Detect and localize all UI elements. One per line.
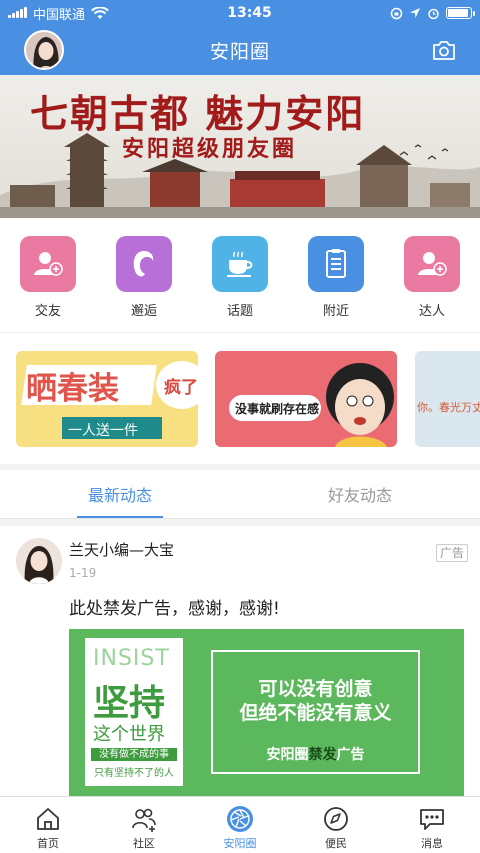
nav-messages[interactable]: 消息 [384, 797, 480, 853]
ad-world-text: 这个世界 [93, 724, 165, 745]
nav-services[interactable]: 便民 [288, 797, 384, 853]
nav-label: 安阳圈 [223, 837, 257, 850]
feed-tabs: 最新动态 好友动态 [0, 470, 480, 519]
banner-subheadline: 安阳超级朋友圈 [122, 136, 298, 162]
carrier-label: 中国联通 [33, 7, 86, 23]
ad-big-text: 坚持 [93, 683, 166, 724]
ad-line-a: 没有做不成的事 [91, 748, 177, 761]
aperture-icon [227, 806, 253, 832]
user-avatar[interactable] [24, 30, 64, 70]
ad-footer: 安阳圈禁发广告 [213, 744, 418, 764]
promo-title: 没事就刷存在感 [235, 402, 320, 416]
add-friend-icon [418, 252, 447, 276]
nav-label: 便民 [325, 837, 347, 850]
battery-icon [446, 7, 475, 19]
home-icon [37, 808, 59, 830]
app-header: 安阳圈 [0, 26, 480, 75]
add-friend-icon [34, 252, 63, 276]
nav-community[interactable]: 社区 [96, 797, 192, 853]
signal-icon [8, 7, 27, 18]
promo-card-presence[interactable]: 没事就刷存在感 [215, 351, 397, 447]
promo-card-spring[interactable]: 你。春光万丈 [415, 351, 480, 447]
status-bar: 中国联通 13:45 [0, 0, 480, 26]
promo-carousel: 晒春装 疯了 一人送一件 没事就刷存在感 你。春光万丈 [0, 333, 480, 464]
nav-label: 社区 [133, 837, 155, 850]
promo-subtitle: 一人送一件 [68, 423, 138, 439]
list-icon [326, 249, 346, 278]
category-grid: 交友 邂逅 话题 附近 达人 [0, 218, 480, 333]
camera-icon[interactable] [432, 39, 456, 61]
post-text: 此处禁发广告，感谢，感谢! [69, 599, 280, 619]
wifi-icon [91, 6, 109, 19]
category-label: 交友 [34, 304, 61, 319]
bottom-nav: 首页 社区 安阳圈 便民 消息 [0, 796, 480, 853]
category-topics[interactable]: 话题 [205, 236, 275, 332]
ad-slogan-2: 但绝不能没有意义 [239, 702, 392, 724]
page-title: 安阳圈 [209, 41, 270, 63]
category-making-friends[interactable]: 交友 [13, 236, 83, 332]
category-experts[interactable]: 达人 [397, 236, 467, 332]
banner-headline: 七朝古都 魅力安阳 [30, 91, 366, 136]
tab-latest[interactable]: 最新动态 [0, 470, 240, 518]
promo-title: 晒春装 [26, 371, 119, 407]
category-encounter[interactable]: 邂逅 [109, 236, 179, 332]
alarm-icon [428, 8, 439, 19]
ad-left-panel: INSIST 坚持 这个世界 没有做不成的事 只有坚持不了的人 [85, 638, 183, 786]
community-icon [132, 808, 156, 832]
ad-footer-part: 广告 [336, 747, 365, 763]
ad-insist-text: INSIST [93, 646, 170, 671]
post-image[interactable]: INSIST 坚持 这个世界 没有做不成的事 只有坚持不了的人 可以没有创意 但… [69, 629, 464, 796]
category-nearby[interactable]: 附近 [301, 236, 371, 332]
promo-title: 你。春光万丈 [417, 401, 480, 414]
category-label: 附近 [322, 304, 349, 319]
category-icon-box [212, 236, 268, 292]
ad-badge: 广告 [435, 544, 468, 562]
tab-friends[interactable]: 好友动态 [240, 470, 480, 518]
clock: 13:45 [227, 5, 272, 21]
feed-post: 兰天小编—大宝 1-19 广告 此处禁发广告，感谢，感谢! INSIST 坚持 … [0, 526, 480, 796]
lock-rotation-icon [390, 7, 403, 19]
encounter-icon [133, 251, 154, 277]
category-label: 达人 [418, 304, 445, 319]
location-icon [410, 8, 420, 18]
category-label: 邂逅 [130, 304, 157, 319]
nav-anyang-circle[interactable]: 安阳圈 [192, 797, 288, 853]
compass-icon [324, 807, 348, 831]
post-date: 1-19 [69, 566, 97, 580]
category-icon-box [20, 236, 76, 292]
nav-label: 首页 [37, 837, 59, 850]
ad-slogan-1: 可以没有创意 [258, 678, 373, 700]
nav-home[interactable]: 首页 [0, 797, 96, 853]
ad-footer-highlight: 禁发 [308, 747, 337, 763]
category-label: 话题 [226, 304, 253, 319]
promo-side-text: 疯了 [164, 378, 198, 398]
top-bar: 中国联通 13:45 安阳圈 [0, 0, 480, 75]
promo-card-spring-outfit[interactable]: 晒春装 疯了 一人送一件 [16, 351, 198, 447]
category-icon-box [116, 236, 172, 292]
ad-right-panel: 可以没有创意 但绝不能没有意义 安阳圈禁发广告 [211, 650, 420, 774]
ad-footer-part: 安阳圈 [266, 747, 309, 763]
cup-icon [227, 251, 253, 277]
category-icon-box [308, 236, 364, 292]
category-icon-box [404, 236, 460, 292]
post-author-avatar[interactable] [16, 538, 62, 584]
nav-label: 消息 [421, 837, 443, 850]
message-icon [420, 809, 444, 830]
ad-line-b: 只有坚持不了的人 [94, 768, 174, 779]
banner[interactable]: 七朝古都 魅力安阳 安阳超级朋友圈 [0, 75, 480, 218]
post-author-name[interactable]: 兰天小编—大宝 [69, 539, 174, 560]
